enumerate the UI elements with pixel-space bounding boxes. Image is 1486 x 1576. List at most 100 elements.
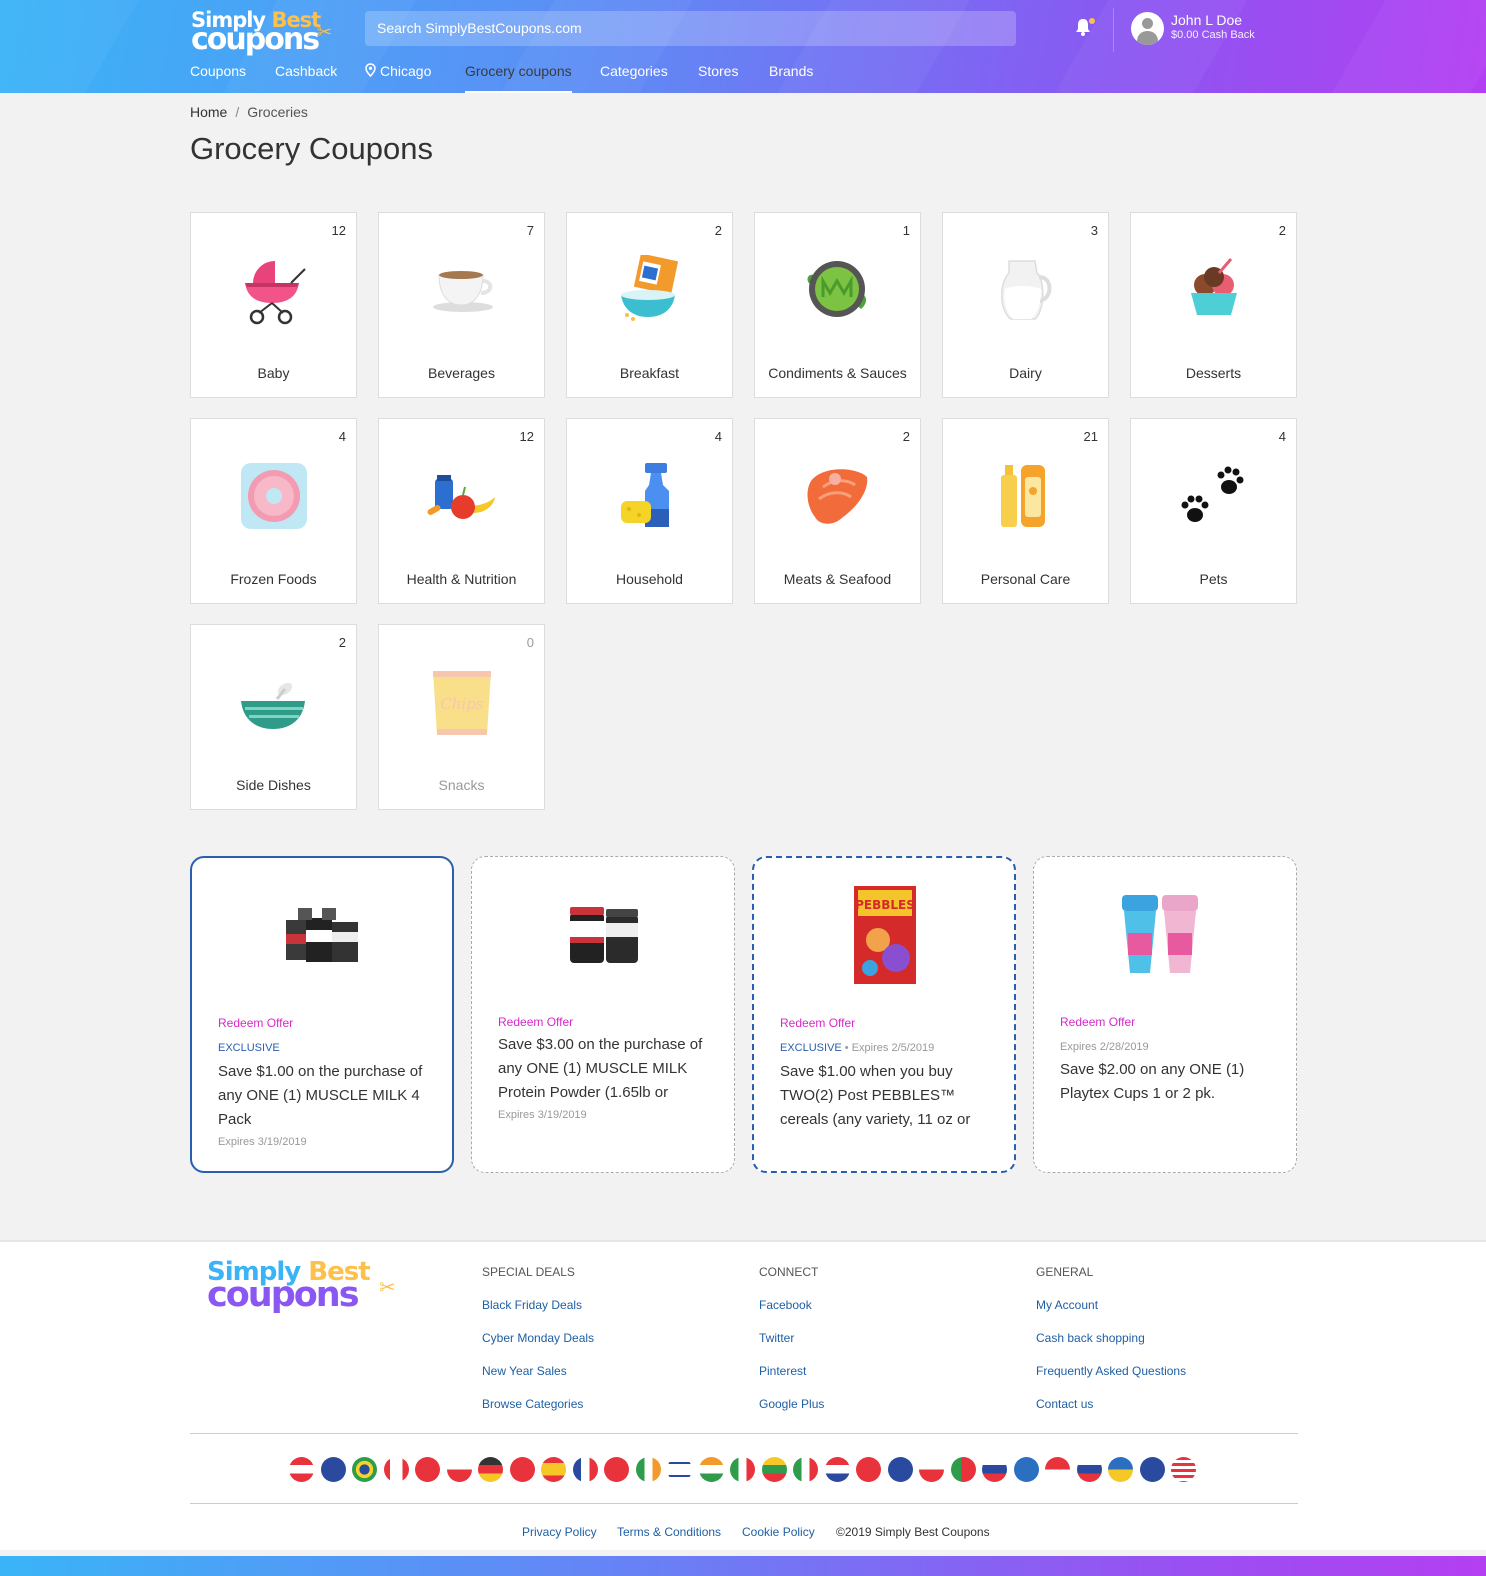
footer-link[interactable]: Pinterest bbox=[759, 1364, 824, 1397]
footer-link[interactable]: New Year Sales bbox=[482, 1364, 594, 1397]
footer-logo-text-coupons: coupons bbox=[207, 1275, 360, 1315]
category-tile-baby[interactable]: 12 Baby bbox=[190, 212, 357, 398]
india-flag-icon[interactable] bbox=[698, 1457, 724, 1482]
nav-location-label: Chicago bbox=[380, 63, 432, 79]
category-name: Baby bbox=[257, 365, 290, 381]
nav-stores[interactable]: Stores bbox=[698, 63, 738, 93]
category-tile-personal-care[interactable]: 21 Personal Care bbox=[942, 418, 1109, 604]
ireland-flag-icon[interactable] bbox=[635, 1457, 661, 1482]
notifications-bell-icon[interactable] bbox=[1075, 18, 1095, 38]
uk-flag-icon[interactable] bbox=[1139, 1457, 1165, 1482]
category-name: Pets bbox=[1199, 571, 1228, 587]
terms-conditions-link[interactable]: Terms & Conditions bbox=[617, 1525, 721, 1539]
nav-brands[interactable]: Brands bbox=[769, 63, 813, 93]
spray-sponge-icon bbox=[615, 461, 685, 531]
redeem-offer-link[interactable]: Redeem Offer bbox=[780, 1016, 855, 1030]
offer-card[interactable]: Redeem Offer EXCLUSIVE Save $1.00 on the… bbox=[190, 856, 454, 1173]
slovakia-flag-icon[interactable] bbox=[1076, 1457, 1102, 1482]
new-zealand-flag-icon[interactable] bbox=[887, 1457, 913, 1482]
footer-link[interactable]: Contact us bbox=[1036, 1397, 1186, 1430]
nav-cashback[interactable]: Cashback bbox=[275, 63, 337, 93]
category-tile-snacks[interactable]: 0 Chips Snacks bbox=[378, 624, 545, 810]
redeem-offer-link[interactable]: Redeem Offer bbox=[1060, 1015, 1135, 1029]
offer-expiry: Expires 3/19/2019 bbox=[498, 1109, 587, 1121]
norway-flag-icon[interactable] bbox=[856, 1457, 881, 1482]
privacy-policy-link[interactable]: Privacy Policy bbox=[522, 1525, 597, 1539]
nav-grocery-coupons[interactable]: Grocery coupons bbox=[465, 63, 572, 93]
category-tile-dairy[interactable]: 3 Dairy bbox=[942, 212, 1109, 398]
nav-coupons[interactable]: Coupons bbox=[190, 63, 246, 93]
nav-categories[interactable]: Categories bbox=[600, 63, 668, 93]
category-tile-side-dishes[interactable]: 2 Side Dishes bbox=[190, 624, 357, 810]
footer-link[interactable]: Cash back shopping bbox=[1036, 1331, 1186, 1364]
australia-flag-icon[interactable] bbox=[320, 1457, 346, 1482]
denmark-flag-icon[interactable] bbox=[509, 1457, 535, 1482]
site-logo[interactable]: Simply Best coupons ✂ bbox=[191, 8, 341, 57]
muscle-milk-powder-image bbox=[472, 877, 734, 987]
category-tile-beverages[interactable]: 7 Beverages bbox=[378, 212, 545, 398]
footer-link[interactable]: Twitter bbox=[759, 1331, 824, 1364]
germany-flag-icon[interactable] bbox=[478, 1457, 503, 1482]
category-tile-pets[interactable]: 4 Pets bbox=[1130, 418, 1297, 604]
footer-link[interactable]: My Account bbox=[1036, 1298, 1186, 1331]
offer-expiry: Expires 3/19/2019 bbox=[218, 1136, 307, 1148]
italy-flag-icon[interactable] bbox=[730, 1457, 755, 1482]
footer-link[interactable]: Browse Categories bbox=[482, 1397, 594, 1430]
redeem-offer-link[interactable]: Redeem Offer bbox=[218, 1016, 293, 1030]
brazil-flag-icon[interactable] bbox=[352, 1457, 377, 1482]
category-count: 12 bbox=[331, 223, 346, 238]
footer-logo[interactable]: Simply Best coupons ✂ bbox=[207, 1257, 407, 1319]
category-tile-breakfast[interactable]: 2 Breakfast bbox=[566, 212, 733, 398]
search-input[interactable]: Search SimplyBestCoupons.com bbox=[365, 11, 1016, 46]
ukraine-flag-icon[interactable] bbox=[1108, 1457, 1133, 1482]
category-count: 4 bbox=[714, 429, 722, 444]
category-tile-desserts[interactable]: 2 Desserts bbox=[1130, 212, 1297, 398]
footer-link[interactable]: Google Plus bbox=[759, 1397, 824, 1430]
hong-kong-flag-icon[interactable] bbox=[604, 1457, 629, 1482]
category-tile-health-nutrition[interactable]: 12 Health & Nutrition bbox=[378, 418, 545, 604]
category-count: 4 bbox=[338, 429, 346, 444]
portugal-flag-icon[interactable] bbox=[950, 1457, 976, 1482]
category-tile-frozen-foods[interactable]: 4 Frozen Foods bbox=[190, 418, 357, 604]
category-tile-household[interactable]: 4 Household bbox=[566, 418, 733, 604]
breadcrumb-home[interactable]: Home bbox=[190, 104, 227, 120]
mexico-flag-icon[interactable] bbox=[793, 1457, 818, 1482]
footer-link[interactable]: Frequently Asked Questions bbox=[1036, 1364, 1186, 1397]
user-avatar[interactable] bbox=[1131, 12, 1164, 45]
footer-link[interactable]: Facebook bbox=[759, 1298, 824, 1331]
nav-location[interactable]: Chicago bbox=[365, 63, 431, 93]
sweden-flag-icon[interactable] bbox=[1013, 1457, 1039, 1482]
user-name[interactable]: John L Doe bbox=[1171, 12, 1242, 28]
lithuania-flag-icon[interactable] bbox=[761, 1457, 787, 1482]
austria-flag-icon[interactable] bbox=[289, 1457, 314, 1482]
category-name: Desserts bbox=[1185, 365, 1242, 381]
page-title: Grocery Coupons bbox=[190, 131, 433, 166]
category-name: Health & Nutrition bbox=[406, 571, 517, 587]
category-tile-condiments[interactable]: 1 Condiments & Sauces bbox=[754, 212, 921, 398]
russia-flag-icon[interactable] bbox=[982, 1457, 1007, 1482]
breadcrumb: Home / Groceries bbox=[190, 104, 308, 120]
exclusive-badge: EXCLUSIVE bbox=[780, 1042, 842, 1054]
czech-flag-icon[interactable] bbox=[446, 1457, 472, 1482]
category-tile-meats-seafood[interactable]: 2 Meats & Seafood bbox=[754, 418, 921, 604]
fruit-vitamins-icon bbox=[427, 461, 497, 531]
singapore-flag-icon[interactable] bbox=[1045, 1457, 1070, 1482]
offer-expiry: Expires 2/28/2019 bbox=[1060, 1041, 1149, 1053]
offer-card[interactable]: Redeem Offer Save $3.00 on the purchase … bbox=[471, 856, 735, 1173]
spain-flag-icon[interactable] bbox=[541, 1457, 566, 1482]
footer-link[interactable]: Cyber Monday Deals bbox=[482, 1331, 594, 1364]
switzerland-flag-icon[interactable] bbox=[415, 1457, 440, 1482]
redeem-offer-link[interactable]: Redeem Offer bbox=[498, 1015, 573, 1029]
footer-column-heading: GENERAL bbox=[1036, 1265, 1094, 1279]
netherlands-flag-icon[interactable] bbox=[824, 1457, 850, 1482]
offer-card[interactable]: Redeem Offer Expires 2/28/2019 Save $2.0… bbox=[1033, 856, 1297, 1173]
offer-card[interactable]: PEBBLES Redeem Offer EXCLUSIVE • Expires… bbox=[752, 856, 1016, 1173]
france-flag-icon[interactable] bbox=[572, 1457, 598, 1482]
usa-flag-icon[interactable] bbox=[1171, 1457, 1196, 1482]
footer-link[interactable]: Black Friday Deals bbox=[482, 1298, 594, 1331]
cookie-policy-link[interactable]: Cookie Policy bbox=[742, 1525, 815, 1539]
israel-flag-icon[interactable] bbox=[667, 1457, 692, 1482]
canada-flag-icon[interactable] bbox=[383, 1457, 409, 1482]
offer-description: Save $1.00 when you buy TWO(2) Post PEBB… bbox=[780, 1063, 971, 1128]
poland-flag-icon[interactable] bbox=[919, 1457, 944, 1482]
